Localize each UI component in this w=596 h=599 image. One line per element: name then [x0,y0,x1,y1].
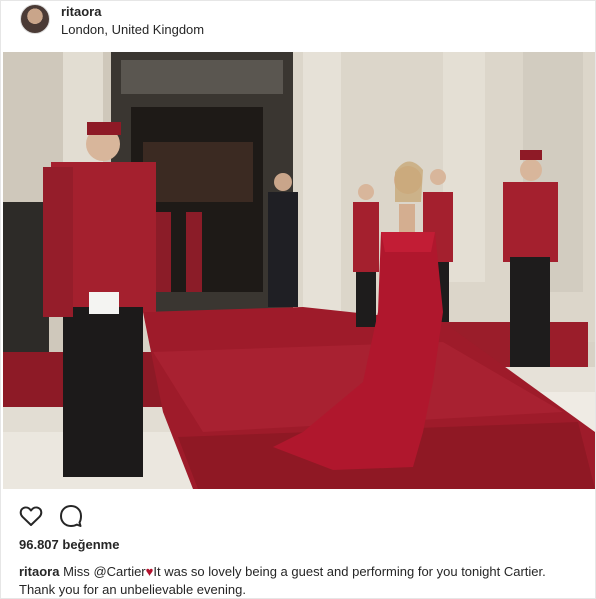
instagram-post: ritaora London, United Kingdom 96.807 be… [0,0,596,599]
caption-username[interactable]: ritaora [19,564,59,579]
likes-label: beğenme [62,537,120,552]
post-header: ritaora London, United Kingdom [1,1,596,51]
avatar[interactable] [20,4,50,34]
caption-text-prefix: Miss [63,564,90,579]
comment-icon[interactable] [58,503,84,529]
heart-icon[interactable] [18,503,44,529]
likes-number: 96.807 [19,537,59,552]
post-caption: ritaora Miss @Cartier♥It was so lovely b… [19,563,579,599]
photo-illustration [3,52,595,489]
caption-mention-link[interactable]: @Cartier [93,564,145,579]
post-photo[interactable] [3,52,595,489]
post-location[interactable]: London, United Kingdom [61,22,204,37]
post-username[interactable]: ritaora [61,4,101,19]
likes-count[interactable]: 96.807 beğenme [19,537,119,552]
